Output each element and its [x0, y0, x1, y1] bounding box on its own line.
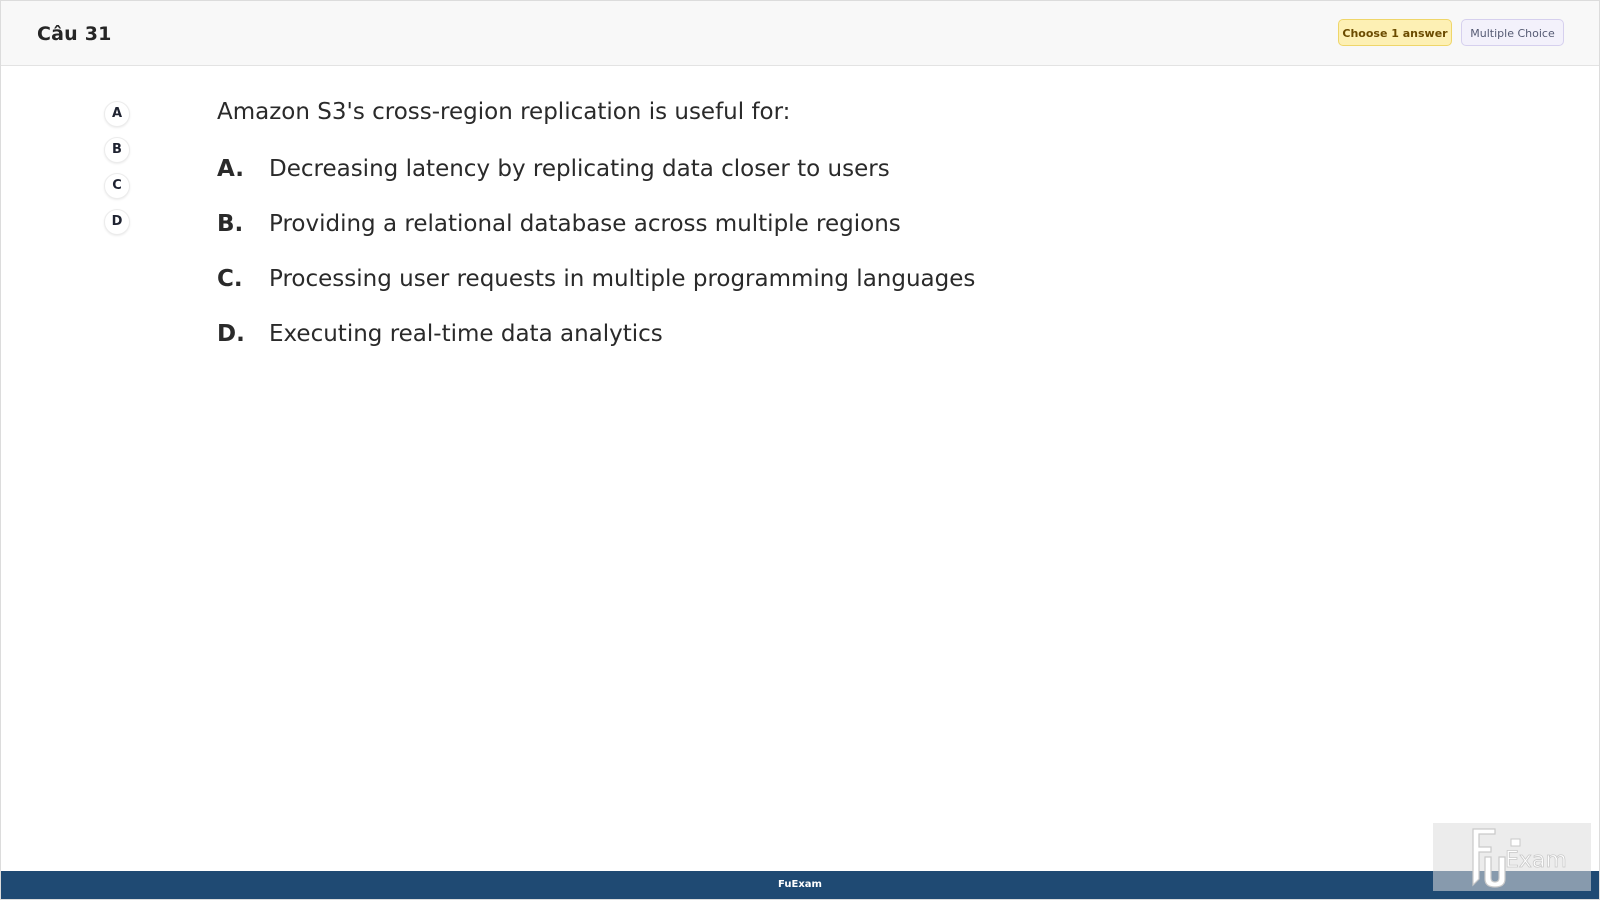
question-text: Amazon S3's cross-region replication is … [217, 99, 791, 125]
answer-bubble-b[interactable]: B [104, 137, 130, 163]
question-number: Câu 31 [37, 23, 112, 45]
fuexam-logo-icon: Exam [1472, 828, 1567, 888]
footer-bar: FuExam [1, 871, 1599, 899]
question-header: Câu 31 Choose 1 answer Multiple Choice [1, 1, 1599, 66]
option-a[interactable]: A. Decreasing latency by replicating dat… [217, 156, 975, 211]
answer-selector: A B C D [104, 101, 130, 245]
option-text: Processing user requests in multiple pro… [269, 266, 976, 292]
answer-bubble-d[interactable]: D [104, 209, 130, 235]
option-letter: C. [217, 266, 243, 292]
option-letter: B. [217, 211, 244, 237]
option-text: Decreasing latency by replicating data c… [269, 156, 890, 182]
option-b[interactable]: B. Providing a relational database acros… [217, 211, 975, 266]
options-list: A. Decreasing latency by replicating dat… [217, 156, 975, 376]
question-type-badge: Multiple Choice [1461, 19, 1564, 46]
option-letter: A. [217, 156, 244, 182]
answer-bubble-a[interactable]: A [104, 101, 130, 127]
option-d[interactable]: D. Executing real-time data analytics [217, 321, 975, 376]
exam-frame: Câu 31 Choose 1 answer Multiple Choice A… [0, 0, 1600, 900]
footer-brand: FuExam [778, 879, 822, 890]
fuexam-logo-watermark: Exam [1433, 823, 1591, 891]
svg-text:Exam: Exam [1505, 848, 1567, 873]
choose-count-badge: Choose 1 answer [1338, 19, 1452, 46]
option-c[interactable]: C. Processing user requests in multiple … [217, 266, 975, 321]
option-text: Executing real-time data analytics [269, 321, 663, 347]
option-letter: D. [217, 321, 245, 347]
answer-bubble-c[interactable]: C [104, 173, 130, 199]
option-text: Providing a relational database across m… [269, 211, 901, 237]
